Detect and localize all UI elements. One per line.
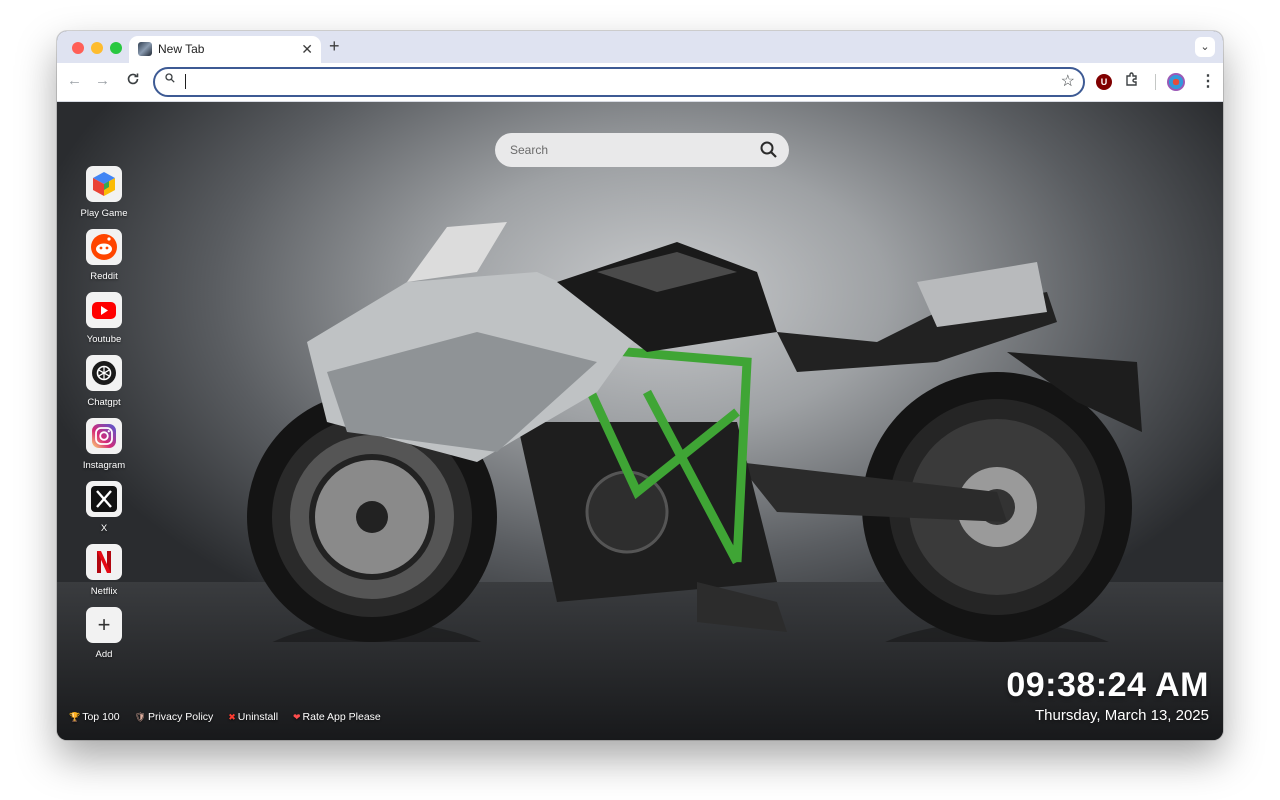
shortcut-label: Youtube (86, 334, 122, 345)
bookmark-star-icon[interactable]: ☆ (1061, 71, 1075, 91)
uninstall-link[interactable]: ✖ Uninstall (228, 711, 278, 723)
shortcut-label: Chatgpt (87, 397, 121, 408)
close-window-button[interactable] (72, 42, 84, 54)
search-icon (165, 73, 175, 86)
shortcut-label: Reddit (90, 271, 118, 282)
reddit-icon[interactable] (86, 229, 122, 265)
clock-time: 09:38:24 AM (1006, 666, 1209, 704)
rate-app-link[interactable]: ❤ Rate App Please (293, 711, 381, 723)
shortcut-instagram[interactable]: Instagram (77, 418, 131, 481)
shortcut-label: Play Game (80, 208, 128, 219)
text-cursor (185, 74, 186, 89)
shortcut-x[interactable]: X (77, 481, 131, 544)
cube-icon[interactable] (86, 166, 122, 202)
tab-search-button[interactable]: ⌄ (1195, 37, 1215, 57)
browser-window: New Tab ✕ + ⌄ ← → ☆ U ⋮ Search Play Game… (57, 31, 1223, 740)
youtube-icon[interactable] (86, 292, 122, 328)
search-bar[interactable]: Search (495, 133, 789, 167)
profile-avatar[interactable] (1167, 73, 1185, 91)
shortcut-label: Netflix (90, 586, 118, 597)
footer-link-label: Top 100 (82, 711, 120, 723)
footer-link-label: Privacy Policy (147, 711, 214, 723)
plus-icon[interactable]: + (86, 607, 122, 643)
tab-strip: New Tab ✕ + ⌄ (57, 31, 1223, 63)
reload-button[interactable] (126, 72, 140, 90)
footer-links: 🏆 Top 100 🛡 Privacy Policy ✖ Uninstall ❤ Rat… (69, 711, 393, 723)
clock-date: Thursday, March 13, 2025 (1035, 707, 1209, 724)
cross-icon: ✖ (228, 712, 236, 722)
x-icon[interactable] (86, 481, 122, 517)
tab-new-tab[interactable]: New Tab ✕ (129, 36, 321, 63)
motorcycle-wallpaper-image (247, 222, 1142, 642)
shortcut-label: Add (95, 649, 113, 660)
extensions-icon[interactable] (1124, 71, 1140, 92)
footer-link-label: Rate App Please (302, 711, 381, 723)
back-button[interactable]: ← (67, 72, 82, 90)
trophy-icon: 🏆 (69, 712, 81, 722)
browser-toolbar: ← → ☆ U ⋮ (57, 63, 1223, 102)
minimize-window-button[interactable] (91, 42, 103, 54)
search-input[interactable]: Search (510, 143, 548, 157)
tab-title: New Tab (158, 42, 205, 56)
forward-button[interactable]: → (95, 72, 110, 90)
top-100-link[interactable]: 🏆 Top 100 (69, 711, 120, 723)
shortcut-label: X (100, 523, 108, 534)
shortcut-add[interactable]: + Add (77, 607, 131, 670)
shortcut-label: Instagram (82, 460, 126, 471)
toolbar-divider (1155, 74, 1156, 90)
shortcut-chatgpt[interactable]: Chatgpt (77, 355, 131, 418)
shortcut-reddit[interactable]: Reddit (77, 229, 131, 292)
add-symbol: + (97, 612, 111, 637)
reload-icon (127, 73, 139, 85)
tab-close-icon[interactable]: ✕ (301, 41, 313, 57)
shortcut-netflix[interactable]: Netflix (77, 544, 131, 607)
ublock-extension-icon[interactable]: U (1096, 74, 1112, 90)
shield-icon: 🛡 (134, 712, 146, 722)
shortcut-youtube[interactable]: Youtube (77, 292, 131, 355)
menu-icon[interactable]: ⋮ (1200, 71, 1216, 91)
instagram-icon[interactable] (86, 418, 122, 454)
footer-link-label: Uninstall (237, 711, 279, 723)
address-bar[interactable]: ☆ (153, 67, 1085, 97)
search-icon[interactable] (759, 140, 779, 160)
tab-favicon-icon (138, 42, 152, 56)
heart-icon: ❤ (292, 712, 301, 722)
shortcut-sidebar: Play Game Reddit Youtube Chatgpt Instagr… (77, 166, 131, 670)
shortcut-play-game[interactable]: Play Game (77, 166, 131, 229)
maximize-window-button[interactable] (110, 42, 122, 54)
netflix-icon[interactable] (86, 544, 122, 580)
privacy-policy-link[interactable]: 🛡 Privacy Policy (135, 711, 214, 723)
chatgpt-icon[interactable] (86, 355, 122, 391)
new-tab-button[interactable]: + (329, 37, 340, 55)
new-tab-page: Search Play Game Reddit Youtube Chatgpt … (57, 102, 1223, 740)
